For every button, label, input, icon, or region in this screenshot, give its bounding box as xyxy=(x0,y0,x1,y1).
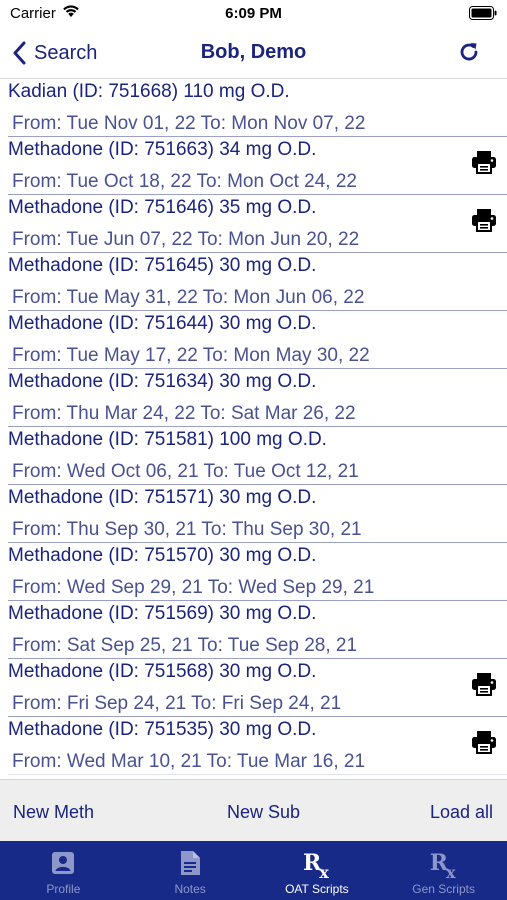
script-dates: From: Tue Nov 01, 22 To: Mon Nov 07, 22 xyxy=(12,113,366,134)
tab-oat-scripts[interactable]: Rx OAT Scripts xyxy=(254,841,381,900)
list-item[interactable]: Methadone (ID: 751646) 35 mg O.D. From: T… xyxy=(0,195,507,253)
script-title: Methadone (ID: 751645) 30 mg O.D. xyxy=(8,255,317,276)
new-sub-button[interactable]: New Sub xyxy=(227,802,300,823)
status-bar: Carrier 6:09 PM xyxy=(0,0,507,30)
notes-icon xyxy=(175,849,205,877)
script-title: Methadone (ID: 751569) 30 mg O.D. xyxy=(8,603,317,624)
script-dates: From: Thu Mar 24, 22 To: Sat Mar 26, 22 xyxy=(12,403,356,424)
script-dates: From: Wed Sep 29, 21 To: Wed Sep 29, 21 xyxy=(12,577,375,598)
script-dates: From: Sat Sep 25, 21 To: Tue Sep 28, 21 xyxy=(12,635,358,656)
tab-label: Notes xyxy=(174,882,206,896)
list-item[interactable]: Methadone (ID: 751570) 30 mg O.D. From: W… xyxy=(0,543,507,601)
print-button[interactable] xyxy=(471,730,497,759)
tab-label: OAT Scripts xyxy=(285,882,349,896)
printer-icon xyxy=(471,731,497,758)
navigation-bar: Search Bob, Demo xyxy=(0,30,507,79)
script-dates: From: Tue May 31, 22 To: Mon Jun 06, 22 xyxy=(12,287,365,308)
script-title: Methadone (ID: 751663) 34 mg O.D. xyxy=(8,139,317,160)
battery-icon xyxy=(469,6,497,24)
script-title: Methadone (ID: 751568) 30 mg O.D. xyxy=(8,661,317,682)
printer-icon xyxy=(471,151,497,178)
script-dates: From: Tue May 17, 22 To: Mon May 30, 22 xyxy=(12,345,370,366)
list-item[interactable]: Methadone (ID: 751569) 30 mg O.D. From: S… xyxy=(0,601,507,659)
print-button[interactable] xyxy=(471,672,497,701)
back-button-label: Search xyxy=(34,41,98,64)
script-title: Methadone (ID: 751571) 30 mg O.D. xyxy=(8,487,317,508)
profile-icon xyxy=(48,849,78,877)
tab-profile[interactable]: Profile xyxy=(0,841,127,900)
print-button[interactable] xyxy=(471,208,497,237)
printer-icon xyxy=(471,673,497,700)
script-title: Methadone (ID: 751535) 30 mg O.D. xyxy=(8,719,317,740)
list-item[interactable]: Kadian (ID: 751668) 110 mg O.D. From: Tue… xyxy=(0,79,507,137)
rx-icon: Rx xyxy=(429,850,456,882)
list-item[interactable]: Methadone (ID: 751644) 30 mg O.D. From: T… xyxy=(0,311,507,369)
refresh-button[interactable] xyxy=(457,40,481,69)
script-dates: From: Tue Jun 07, 22 To: Mon Jun 20, 22 xyxy=(12,229,360,250)
tab-notes[interactable]: Notes xyxy=(127,841,254,900)
script-title: Methadone (ID: 751644) 30 mg O.D. xyxy=(8,313,317,334)
chevron-left-icon xyxy=(13,41,26,65)
back-button[interactable]: Search xyxy=(12,38,97,68)
clock: 6:09 PM xyxy=(225,5,282,22)
script-title: Methadone (ID: 751570) 30 mg O.D. xyxy=(8,545,317,566)
script-title: Methadone (ID: 751646) 35 mg O.D. xyxy=(8,197,317,218)
list-item[interactable]: Methadone (ID: 751535) 30 mg O.D. From: W… xyxy=(0,717,507,775)
script-title: Methadone (ID: 751634) 30 mg O.D. xyxy=(8,371,317,392)
list-item[interactable]: Methadone (ID: 751663) 34 mg O.D. From: T… xyxy=(0,137,507,195)
print-button[interactable] xyxy=(471,150,497,179)
script-dates: From: Fri Sep 24, 21 To: Fri Sep 24, 21 xyxy=(12,693,342,714)
script-dates: From: Thu Sep 30, 21 To: Thu Sep 30, 21 xyxy=(12,519,362,540)
refresh-icon xyxy=(460,43,478,61)
list-item[interactable]: Methadone (ID: 751581) 100 mg O.D. From: … xyxy=(0,427,507,485)
script-title: Methadone (ID: 751581) 100 mg O.D. xyxy=(8,429,327,450)
tab-label: Profile xyxy=(46,882,81,896)
script-title: Kadian (ID: 751668) 110 mg O.D. xyxy=(8,81,290,102)
scripts-list[interactable]: Kadian (ID: 751668) 110 mg O.D. From: Tue… xyxy=(0,79,507,776)
script-dates: From: Tue Oct 18, 22 To: Mon Oct 24, 22 xyxy=(12,171,357,192)
script-dates: From: Wed Oct 06, 21 To: Tue Oct 12, 21 xyxy=(12,461,359,482)
list-item[interactable]: Methadone (ID: 751645) 30 mg O.D. From: T… xyxy=(0,253,507,311)
new-meth-button[interactable]: New Meth xyxy=(13,802,94,823)
tab-bar: Profile Notes Rx OAT Scripts Rx Gen Scri… xyxy=(0,841,507,900)
printer-icon xyxy=(471,209,497,236)
list-fade xyxy=(0,769,507,776)
list-item[interactable]: Methadone (ID: 751568) 30 mg O.D. From: F… xyxy=(0,659,507,717)
load-all-button[interactable]: Load all xyxy=(430,802,493,823)
rx-icon: Rx xyxy=(302,850,329,882)
action-bar: New Meth New Sub Load all xyxy=(0,779,507,842)
tab-gen-scripts[interactable]: Rx Gen Scripts xyxy=(380,841,507,900)
list-item[interactable]: Methadone (ID: 751571) 30 mg O.D. From: T… xyxy=(0,485,507,543)
list-item[interactable]: Methadone (ID: 751634) 30 mg O.D. From: T… xyxy=(0,369,507,427)
tab-label: Gen Scripts xyxy=(412,882,475,896)
